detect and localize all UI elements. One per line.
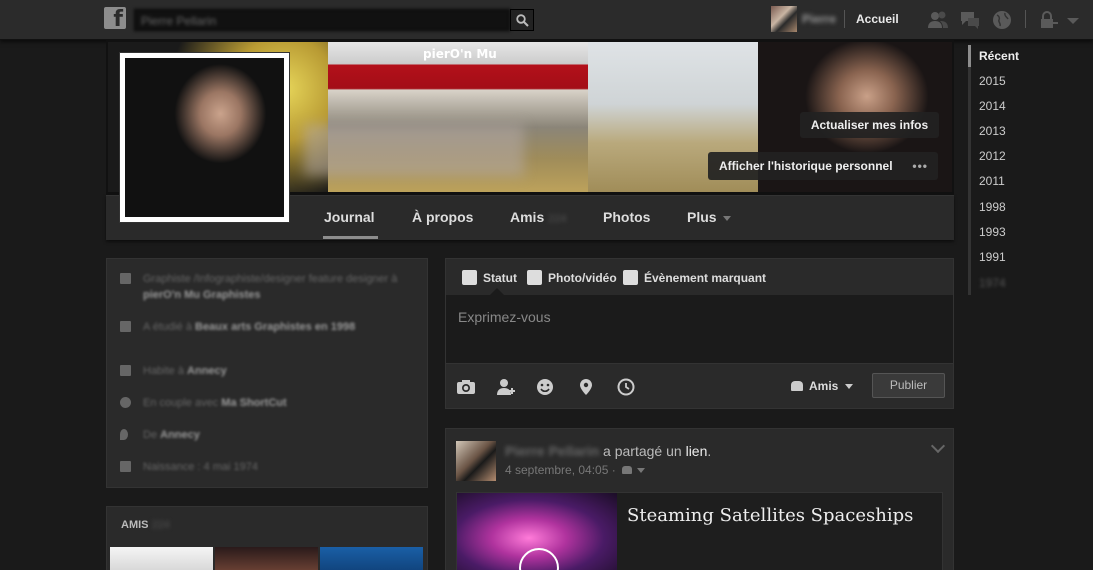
chevron-down-icon xyxy=(722,215,731,221)
profile-picture[interactable] xyxy=(119,52,290,223)
audience-selector[interactable]: Amis xyxy=(791,379,853,393)
home-icon xyxy=(120,365,131,376)
scrubber-item-year[interactable]: 2011 xyxy=(979,174,1005,188)
friends-heading[interactable]: AMIS 224 xyxy=(121,519,170,531)
status-input[interactable]: Exprimez-vous xyxy=(446,295,953,363)
calendar-icon xyxy=(120,461,131,472)
friends-audience-icon xyxy=(791,381,803,391)
active-tab-pointer xyxy=(490,288,504,295)
update-info-button[interactable]: Actualiser mes infos xyxy=(800,112,939,138)
location-icon xyxy=(120,429,128,440)
scrubber-active-indicator xyxy=(968,45,971,67)
post-composer: Statut Photo/vidéo Évènement marquant Ex… xyxy=(445,258,954,409)
about-text: Graphiste /Infographiste/designer featur… xyxy=(143,273,398,301)
feed-story: Pierre Pellarin a partagé un lien. 4 sep… xyxy=(445,428,954,570)
tab-life-event[interactable]: Évènement marquant xyxy=(623,270,766,285)
facebook-logo-icon[interactable]: f xyxy=(104,7,126,29)
composer-tabs: Statut Photo/vidéo Évènement marquant xyxy=(446,259,953,295)
about-text: En couple avec Ma ShortCut xyxy=(143,397,287,409)
tab-more-label: Plus xyxy=(687,209,717,225)
friend-thumbnail[interactable] xyxy=(320,547,423,570)
search-input[interactable]: Pierre Pellarin xyxy=(134,9,510,31)
story-author-link[interactable]: Pierre Pellarin xyxy=(505,443,599,459)
story-period: . xyxy=(707,443,712,459)
composer-footer: Amis Publier xyxy=(446,363,953,408)
user-name-link[interactable]: Pierre xyxy=(802,12,836,26)
top-navigation-bar: f Pierre Pellarin Pierre Accueil xyxy=(0,0,1093,40)
story-timestamp[interactable]: 4 septembre, 04:05 · xyxy=(505,463,646,477)
scrubber-item-year[interactable]: 2015 xyxy=(979,74,1006,88)
link-title[interactable]: Steaming Satellites Spaceships xyxy=(627,505,913,526)
friends-count: 224 xyxy=(548,213,567,225)
tab-photos[interactable]: Photos xyxy=(603,209,650,225)
divider xyxy=(1025,10,1026,28)
timeline-scrubber: Récent 2015 2014 2013 2012 2011 1998 199… xyxy=(968,45,1088,295)
scrubber-item-year[interactable]: 1991 xyxy=(979,250,1006,264)
story-author-avatar[interactable] xyxy=(456,441,496,481)
tab-status[interactable]: Statut xyxy=(462,270,517,285)
messages-icon[interactable] xyxy=(959,10,981,30)
tag-friends-icon[interactable] xyxy=(496,378,516,396)
profile-picture-image xyxy=(125,58,284,217)
about-text: Naissance : 4 mai 1974 xyxy=(143,461,258,473)
scrubber-item-year[interactable]: 2014 xyxy=(979,99,1006,113)
activity-log-button[interactable]: Afficher l'historique personnel ••• xyxy=(708,152,938,180)
camera-icon[interactable] xyxy=(456,378,476,396)
tab-friends-label: Amis xyxy=(510,209,545,225)
link-thumbnail[interactable] xyxy=(457,493,617,570)
story-action-text: a partagé un xyxy=(599,443,686,459)
more-options-icon[interactable]: ••• xyxy=(912,152,928,180)
flag-icon xyxy=(623,270,638,285)
scrubber-item-year[interactable]: 1998 xyxy=(979,200,1006,214)
about-card: Graphiste /Infographiste/designer featur… xyxy=(106,258,428,488)
privacy-lock-icon[interactable] xyxy=(1038,10,1060,30)
clock-icon[interactable] xyxy=(616,378,636,396)
scrubber-item-year[interactable]: 1993 xyxy=(979,225,1006,239)
feeling-smiley-icon[interactable] xyxy=(535,378,555,396)
play-icon[interactable] xyxy=(519,548,559,570)
story-header: Pierre Pellarin a partagé un lien. xyxy=(505,443,711,459)
about-text: A étudié à Beaux arts Graphistes en 1998 xyxy=(143,321,356,333)
divider xyxy=(844,10,845,28)
friends-card: AMIS 224 xyxy=(106,506,428,570)
story-link-word[interactable]: lien xyxy=(686,443,708,459)
user-avatar[interactable] xyxy=(771,6,797,32)
tab-about[interactable]: À propos xyxy=(412,209,473,225)
about-text: De Annecy xyxy=(143,429,200,441)
location-pin-icon[interactable] xyxy=(576,378,596,396)
scrubber-item-year[interactable]: 2013 xyxy=(979,124,1006,138)
heart-icon xyxy=(120,397,131,408)
home-link[interactable]: Accueil xyxy=(856,12,899,26)
scrubber-item-year[interactable]: 2012 xyxy=(979,149,1006,163)
friend-thumbnail[interactable] xyxy=(215,547,318,570)
chevron-down-icon xyxy=(637,468,646,474)
scrubber-item-recent[interactable]: Récent xyxy=(979,49,1019,63)
chevron-down-icon xyxy=(844,384,853,390)
tab-more[interactable]: Plus xyxy=(687,209,731,225)
tab-friends[interactable]: Amis 224 xyxy=(510,209,566,225)
school-icon xyxy=(120,321,131,332)
about-text: Habite à Annecy xyxy=(143,365,227,377)
friends-audience-icon[interactable] xyxy=(622,466,633,474)
briefcase-icon xyxy=(120,273,131,284)
search-icon xyxy=(516,14,529,27)
account-menu-chevron-down-icon[interactable] xyxy=(1066,10,1080,30)
active-tab-indicator xyxy=(323,236,378,239)
search-button[interactable] xyxy=(510,9,534,31)
friend-requests-icon[interactable] xyxy=(927,10,949,30)
cover-sign-text: pierO'n Mu xyxy=(423,47,497,61)
pencil-icon xyxy=(462,270,477,285)
scrubber-item-year[interactable]: 1974 xyxy=(979,276,1006,290)
publish-button[interactable]: Publier xyxy=(872,373,945,398)
photo-icon xyxy=(527,270,542,285)
story-options-chevron-down-icon[interactable] xyxy=(930,438,946,454)
tab-journal[interactable]: Journal xyxy=(324,209,375,225)
notifications-globe-icon[interactable] xyxy=(991,10,1013,30)
activity-log-label: Afficher l'historique personnel xyxy=(719,159,893,173)
link-preview[interactable]: Steaming Satellites Spaceships xyxy=(456,492,943,570)
cover-profile-name-blurred xyxy=(304,124,524,176)
tab-photo-video[interactable]: Photo/vidéo xyxy=(527,270,617,285)
friend-thumbnail[interactable] xyxy=(110,547,213,570)
